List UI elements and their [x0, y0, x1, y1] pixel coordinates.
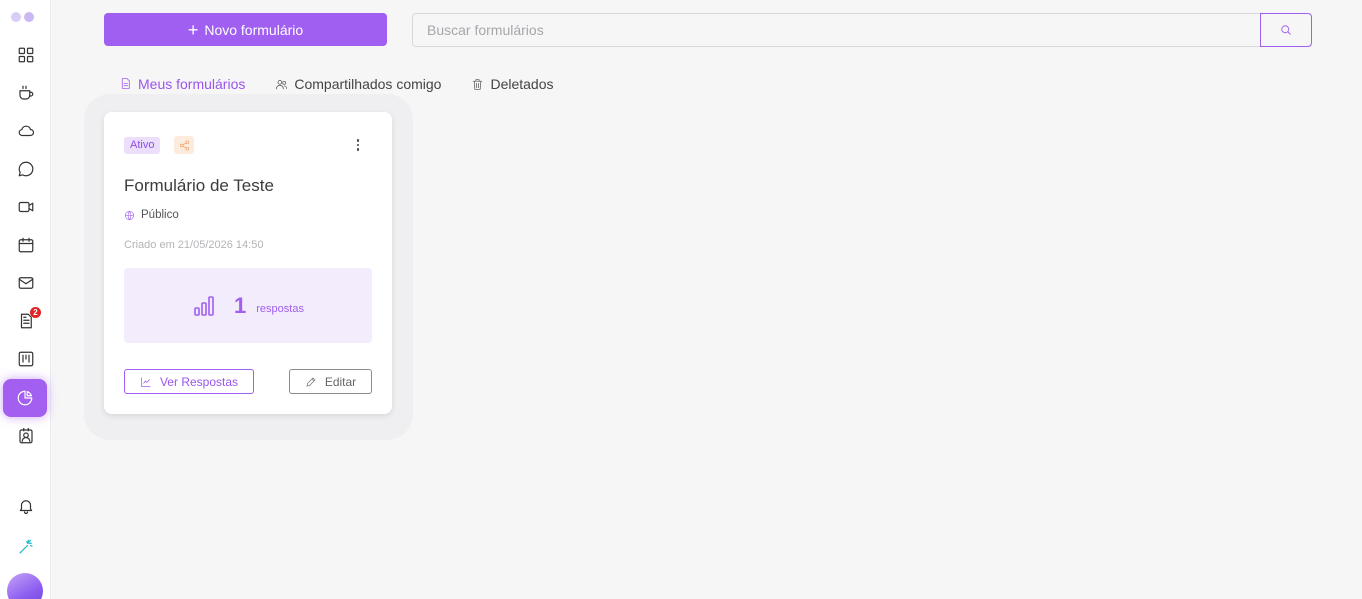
form-card[interactable]: Ativo Formulário de Teste Público Criado… — [104, 112, 392, 414]
sidebar-item-documents[interactable]: 2 — [8, 303, 44, 339]
search-button[interactable] — [1260, 13, 1312, 47]
plus-icon: + — [187, 19, 199, 40]
sidebar-item-boards[interactable] — [8, 341, 44, 377]
sidebar-item-chat[interactable] — [8, 151, 44, 187]
document-icon — [121, 78, 130, 89]
tab-label: Meus formulários — [138, 75, 246, 92]
bell-icon — [19, 500, 33, 515]
search-input[interactable] — [412, 13, 1260, 47]
calendar-icon — [18, 237, 34, 253]
line-chart-icon — [141, 377, 151, 387]
tab-label: Deletados — [490, 76, 554, 92]
notification-badge: 2 — [30, 307, 41, 318]
magic-wand-icon — [19, 539, 33, 554]
tab-deleted[interactable]: Deletados — [456, 70, 568, 98]
sidebar-item-calendar[interactable] — [8, 227, 44, 263]
mail-icon — [18, 277, 34, 289]
users-icon — [276, 79, 288, 89]
sidebar: 2 — [0, 0, 51, 599]
sidebar-item-video[interactable] — [8, 189, 44, 225]
contact-card-icon — [19, 427, 33, 444]
sidebar-item-forms[interactable] — [3, 379, 47, 417]
form-title: Formulário de Teste — [124, 176, 274, 195]
edit-label: Editar — [324, 374, 357, 389]
sidebar-item-contacts[interactable] — [8, 418, 44, 454]
more-options-icon[interactable] — [348, 136, 368, 154]
view-responses-button[interactable]: Ver Respostas — [124, 369, 254, 394]
globe-icon — [125, 210, 134, 220]
pencil-icon — [306, 376, 316, 386]
sidebar-item-notifications[interactable] — [8, 488, 44, 524]
grid-icon — [18, 47, 34, 63]
video-camera-icon — [18, 201, 34, 213]
response-count: 1 — [234, 292, 247, 318]
sidebar-item-dashboard[interactable] — [8, 37, 44, 73]
new-form-label: Novo formulário — [204, 21, 304, 38]
kanban-board-icon — [18, 351, 34, 367]
search-icon — [1281, 25, 1291, 35]
status-badge: Ativo — [124, 137, 161, 154]
avatar[interactable] — [7, 573, 43, 599]
responses-summary: 1 respostas — [124, 268, 372, 343]
sidebar-item-cloud[interactable] — [8, 113, 44, 149]
response-unit: respostas — [256, 302, 304, 315]
edit-button[interactable]: Editar — [289, 369, 372, 394]
created-date: Criado em 21/05/2026 14:50 — [124, 239, 264, 251]
shared-indicator[interactable] — [174, 136, 194, 154]
chat-bubble-icon — [18, 161, 34, 177]
pie-chart-icon — [17, 390, 33, 406]
sidebar-item-break[interactable] — [8, 75, 44, 111]
tab-label: Compartilhados comigo — [294, 76, 442, 92]
sidebar-item-mail[interactable] — [8, 265, 44, 301]
cloud-icon — [18, 125, 35, 137]
trash-icon — [473, 78, 483, 90]
share-icon — [179, 140, 189, 150]
view-responses-label: Ver Respostas — [159, 374, 239, 389]
coffee-cup-icon — [19, 85, 34, 100]
bar-chart-icon — [194, 295, 214, 316]
visibility-indicator: Público — [124, 209, 179, 221]
search-bar — [412, 13, 1312, 47]
sidebar-item-ai[interactable] — [8, 529, 44, 565]
visibility-label: Público — [141, 209, 179, 221]
new-form-button[interactable]: + Novo formulário — [104, 13, 387, 46]
app-logo[interactable] — [11, 12, 34, 22]
